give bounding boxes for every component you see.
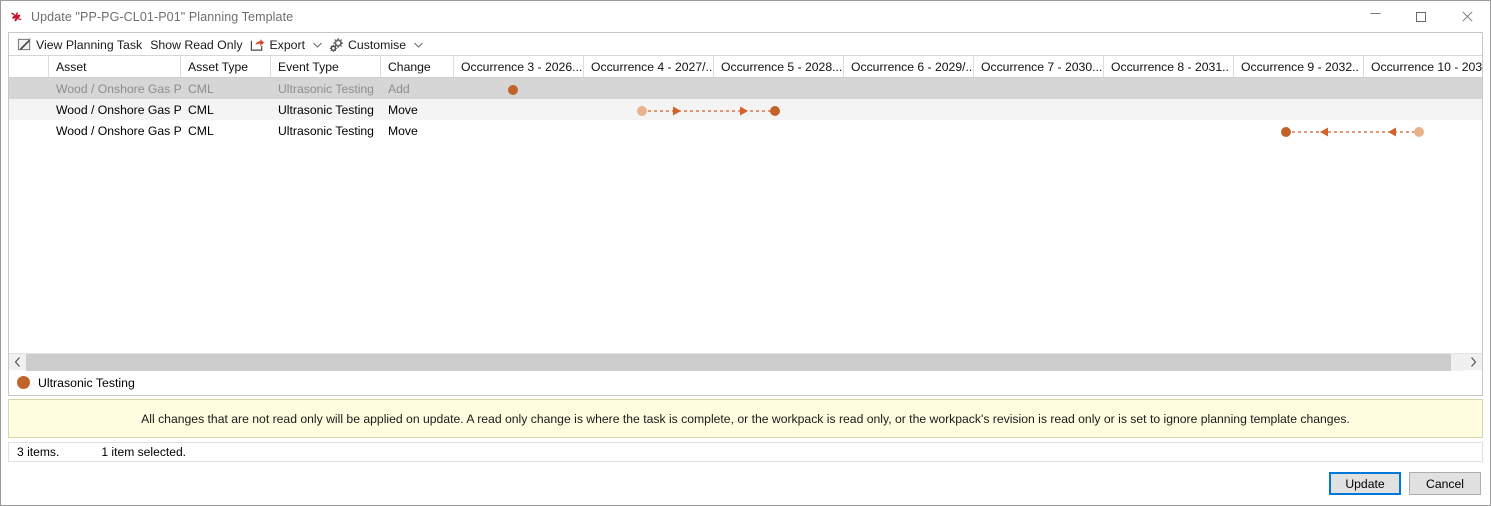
table-row[interactable]: Wood / Onshore Gas P... CML Ultrasonic Tes… — [9, 78, 1482, 99]
column-header-event-type[interactable]: Event Type — [271, 56, 381, 77]
cell-asset-type: CML — [188, 123, 214, 138]
cell-event-type: Ultrasonic Testing — [278, 81, 374, 96]
column-header-change[interactable]: Change — [381, 56, 454, 77]
customise-label: Customise — [348, 37, 407, 52]
maximize-button[interactable] — [1398, 1, 1444, 32]
column-header-occurrence-7-2030[interactable]: Occurrence 7 - 2030... — [974, 56, 1104, 77]
column-header-occurrence-8-2031[interactable]: Occurrence 8 - 2031.. — [1104, 56, 1234, 77]
window-controls — [1352, 1, 1490, 32]
column-header-occurrence-9-2032[interactable]: Occurrence 9 - 2032.. — [1234, 56, 1364, 77]
column-header-occurrence-3-2026[interactable]: Occurrence 3 - 2026... — [454, 56, 584, 77]
show-read-only-button[interactable]: Show Read Only — [146, 35, 246, 55]
scroll-left-arrow-icon[interactable] — [9, 353, 26, 371]
cell-event-type: Ultrasonic Testing — [278, 123, 374, 138]
cell-asset: Wood / Onshore Gas P... — [56, 81, 181, 96]
legend: Ultrasonic Testing — [9, 370, 1482, 395]
selection-count-label: 1 item selected. — [101, 445, 187, 459]
edit-pencil-icon — [17, 37, 32, 52]
update-button[interactable]: Update — [1329, 472, 1401, 495]
column-header-asset-type[interactable]: Asset Type — [181, 56, 271, 77]
scrollbar-track[interactable] — [26, 353, 1465, 371]
scrollbar-thumb[interactable] — [26, 353, 1451, 371]
close-button[interactable] — [1444, 1, 1490, 32]
grid-body: Wood / Onshore Gas P... CML Ultrasonic Tes… — [9, 78, 1482, 141]
status-bar: 3 items. 1 item selected. — [8, 442, 1483, 462]
column-header-occurrence-5-2028[interactable]: Occurrence 5 - 2028... — [714, 56, 844, 77]
horizontal-scrollbar[interactable] — [9, 353, 1482, 371]
export-label: Export — [269, 37, 306, 52]
legend-label: Ultrasonic Testing — [38, 375, 135, 390]
title-bar: Update "PP-PG-CL01-P01" Planning Templat… — [1, 1, 1490, 32]
export-dropdown-chevron-down-icon[interactable] — [309, 35, 325, 55]
wood-logo-icon — [9, 9, 25, 25]
info-banner: All changes that are not read only will … — [8, 399, 1483, 438]
column-header-occurrence-4-2027[interactable]: Occurrence 4 - 2027/... — [584, 56, 714, 77]
column-header-asset[interactable]: Asset — [49, 56, 181, 77]
scroll-right-arrow-icon[interactable] — [1465, 353, 1482, 371]
table-row[interactable]: Wood / Onshore Gas P... CML Ultrasonic Tes… — [9, 99, 1482, 120]
customise-button[interactable]: Customise — [325, 35, 410, 55]
cell-asset: Wood / Onshore Gas P... — [56, 123, 181, 138]
cancel-button[interactable]: Cancel — [1409, 472, 1481, 495]
toolbar: View Planning Task Show Read Only Export — [9, 34, 1482, 56]
view-planning-task-label: View Planning Task — [36, 37, 143, 52]
legend-color-dot — [17, 376, 30, 389]
dialog-footer: Update Cancel — [1, 462, 1490, 505]
cell-change: Move — [388, 123, 418, 138]
item-count-label: 3 items. — [17, 445, 60, 459]
table-row[interactable]: Wood / Onshore Gas P... CML Ultrasonic Tes… — [9, 120, 1482, 141]
window-title: Update "PP-PG-CL01-P01" Planning Templat… — [31, 9, 294, 24]
column-header-occurrence-10-2033[interactable]: Occurrence 10 - 2033.. — [1364, 56, 1482, 77]
maximize-icon — [1416, 11, 1426, 22]
cell-asset: Wood / Onshore Gas P... — [56, 102, 181, 117]
cell-asset-type: CML — [188, 102, 214, 117]
export-share-icon — [250, 37, 265, 52]
show-read-only-label: Show Read Only — [150, 37, 243, 52]
column-header-row-selector[interactable] — [9, 56, 49, 77]
export-button[interactable]: Export — [246, 35, 309, 55]
planning-grid[interactable]: Asset Asset Type Event Type Change Occurrenc… — [9, 56, 1482, 353]
main-panel: View Planning Task Show Read Only Export — [8, 32, 1483, 396]
update-planning-template-window: Update "PP-PG-CL01-P01" Planning Templat… — [0, 0, 1491, 506]
grid-header-row: Asset Asset Type Event Type Change Occurrenc… — [9, 56, 1482, 78]
gear-settings-icon — [329, 37, 344, 52]
customise-dropdown-chevron-down-icon[interactable] — [410, 35, 426, 55]
cell-change: Add — [388, 81, 410, 96]
column-header-occurrence-6-2029[interactable]: Occurrence 6 - 2029/.. — [844, 56, 974, 77]
info-banner-text: All changes that are not read only will … — [141, 411, 1350, 426]
cell-asset-type: CML — [188, 81, 214, 96]
cell-change: Move — [388, 102, 418, 117]
cell-event-type: Ultrasonic Testing — [278, 102, 374, 117]
minimize-button[interactable] — [1352, 1, 1398, 32]
view-planning-task-button[interactable]: View Planning Task — [13, 35, 146, 55]
